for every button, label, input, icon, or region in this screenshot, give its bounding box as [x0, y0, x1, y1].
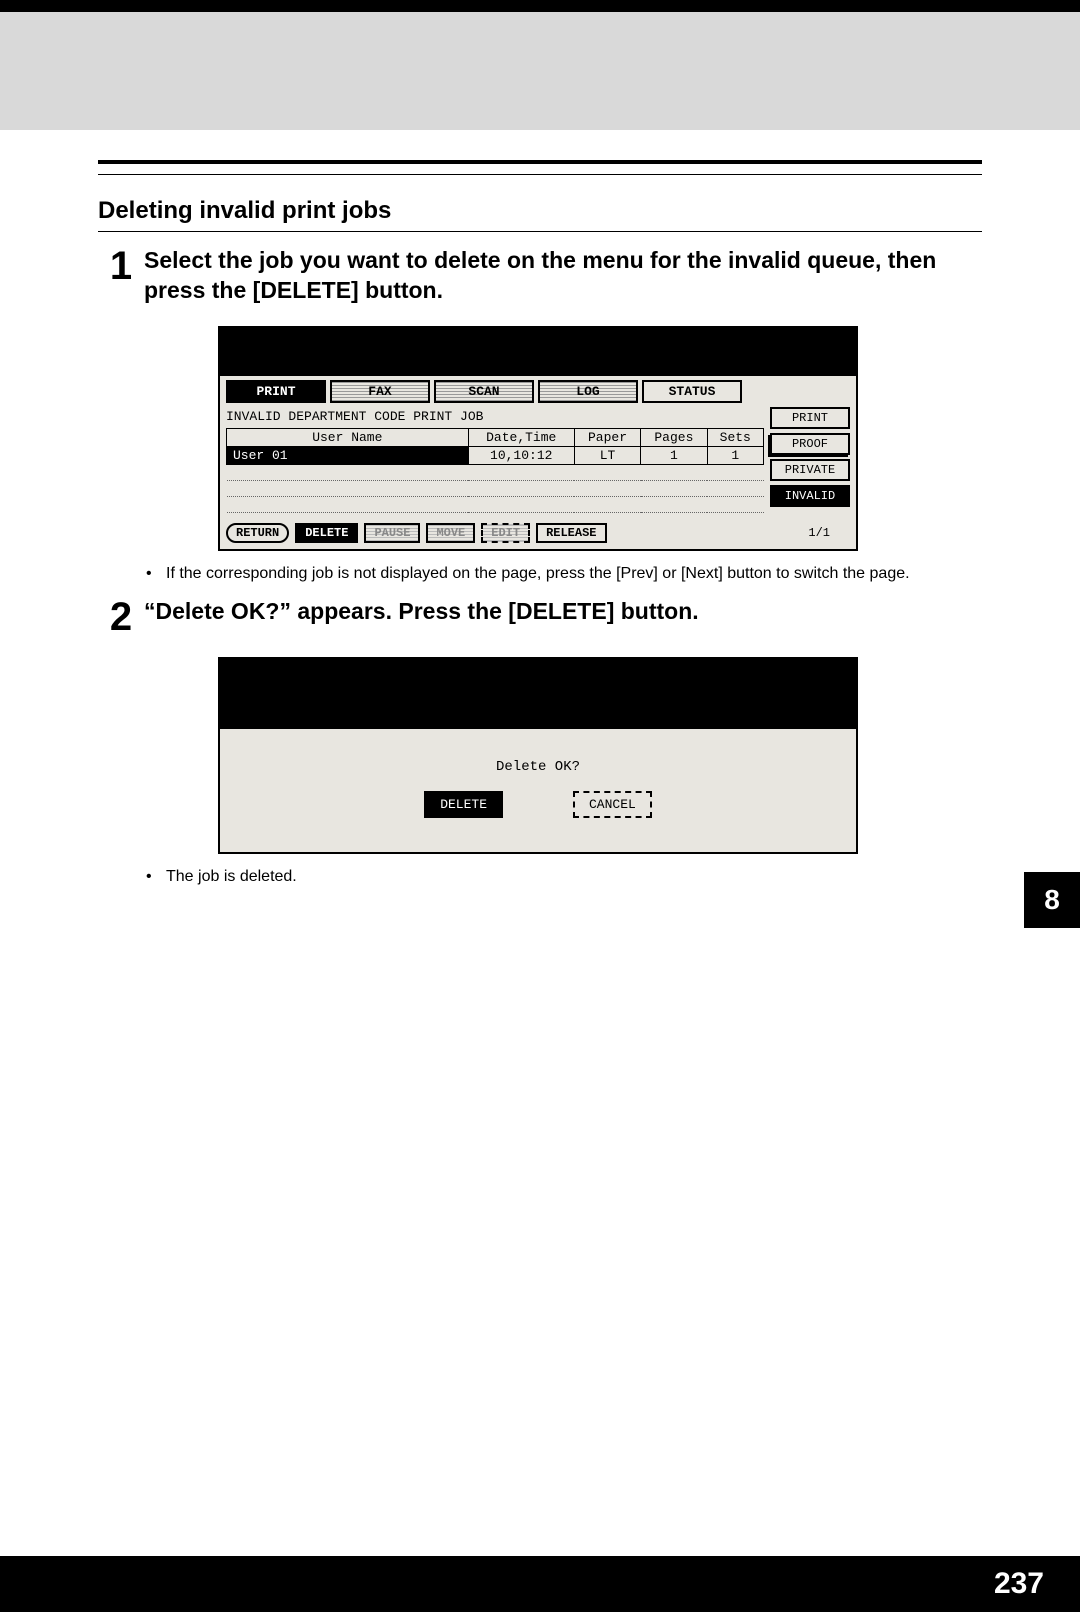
page-content: Deleting invalid print jobs 1 Select the…: [0, 160, 1080, 1556]
lcd-bottom-row: RETURN DELETE PAUSE MOVE EDIT RELEASE 1/…: [226, 523, 850, 543]
col-username: User Name: [227, 428, 469, 446]
step-number: 1: [98, 246, 144, 286]
col-sets: Sets: [707, 428, 763, 446]
cell-pages: 1: [641, 446, 707, 464]
side-button-column: PRINT PROOF PRIVATE INVALID: [770, 407, 850, 513]
tab-log[interactable]: LOG: [538, 380, 638, 403]
tab-status[interactable]: STATUS: [642, 380, 742, 403]
bullet-text: The job is deleted.: [166, 868, 297, 886]
side-button-private[interactable]: PRIVATE: [770, 459, 850, 481]
lcd-body: PRINT FAX SCAN LOG STATUS INVALID DEPART…: [220, 376, 856, 549]
move-button[interactable]: MOVE: [426, 523, 475, 543]
step-1: 1 Select the job you want to delete on t…: [98, 246, 982, 306]
confirm-cancel-button[interactable]: CANCEL: [573, 791, 652, 818]
bullet-note: • The job is deleted.: [146, 868, 966, 886]
rule-thick: [98, 160, 982, 164]
table-header-row: User Name Date,Time Paper Pages Sets: [227, 428, 764, 446]
table-row-empty: [227, 496, 764, 512]
tab-fax[interactable]: FAX: [330, 380, 430, 403]
cell-username: User 01: [227, 446, 469, 464]
release-button[interactable]: RELEASE: [536, 523, 606, 543]
lcd-blank-top: [220, 659, 856, 729]
printer-lcd-panel: Delete OK? DELETE CANCEL: [218, 657, 858, 854]
bullet-note: • If the corresponding job is not displa…: [146, 565, 966, 583]
rule-thin: [98, 174, 982, 175]
lcd-screenshot-2: Delete OK? DELETE CANCEL: [218, 657, 982, 854]
cell-datetime: 10,10:12: [468, 446, 574, 464]
header-black-strip: [0, 0, 1080, 12]
step-text: Select the job you want to delete on the…: [144, 246, 982, 306]
queue-subtitle: INVALID DEPARTMENT CODE PRINT JOB: [226, 409, 764, 424]
chapter-tab: 8: [1024, 872, 1080, 928]
tab-scan[interactable]: SCAN: [434, 380, 534, 403]
bullet-dot: •: [146, 565, 156, 583]
page-footer: 237: [0, 1556, 1080, 1612]
col-paper: Paper: [574, 428, 640, 446]
col-pages: Pages: [641, 428, 707, 446]
cell-paper: LT: [574, 446, 640, 464]
table-row-empty: [227, 480, 764, 496]
return-button[interactable]: RETURN: [226, 523, 289, 543]
confirm-button-row: DELETE CANCEL: [220, 791, 856, 818]
side-button-proof[interactable]: PROOF: [770, 433, 850, 455]
step-2: 2 “Delete OK?” appears. Press the [DELET…: [98, 597, 982, 637]
tab-print[interactable]: PRINT: [226, 380, 326, 403]
job-table: User Name Date,Time Paper Pages Sets Use…: [226, 428, 764, 513]
printer-lcd-panel: PRINT FAX SCAN LOG STATUS INVALID DEPART…: [218, 326, 858, 551]
bullet-dot: •: [146, 868, 156, 886]
queue-area: INVALID DEPARTMENT CODE PRINT JOB User N…: [226, 407, 850, 513]
page-indicator: 1/1: [808, 526, 830, 540]
side-button-print[interactable]: PRINT: [770, 407, 850, 429]
table-row-empty: [227, 464, 764, 480]
lcd-blank-top: [220, 328, 856, 376]
step-number: 2: [98, 597, 144, 637]
side-button-invalid[interactable]: INVALID: [770, 485, 850, 507]
document-header-band: [0, 0, 1080, 130]
bullet-text: If the corresponding job is not displaye…: [166, 565, 910, 583]
delete-button[interactable]: DELETE: [295, 523, 358, 543]
lcd-screenshot-1: PRINT FAX SCAN LOG STATUS INVALID DEPART…: [218, 326, 982, 551]
confirm-delete-button[interactable]: DELETE: [424, 791, 503, 818]
queue-left: INVALID DEPARTMENT CODE PRINT JOB User N…: [226, 407, 764, 513]
cell-sets: 1: [707, 446, 763, 464]
section-title: Deleting invalid print jobs: [98, 197, 982, 225]
section-underline: [98, 231, 982, 232]
confirm-dialog: Delete OK? DELETE CANCEL: [220, 729, 856, 852]
pause-button[interactable]: PAUSE: [364, 523, 420, 543]
table-row[interactable]: User 01 10,10:12 LT 1 1: [227, 446, 764, 464]
edit-button[interactable]: EDIT: [481, 523, 530, 543]
col-datetime: Date,Time: [468, 428, 574, 446]
step-text: “Delete OK?” appears. Press the [DELETE]…: [144, 597, 982, 627]
lcd-tab-row: PRINT FAX SCAN LOG STATUS: [226, 380, 850, 403]
confirm-message: Delete OK?: [220, 759, 856, 775]
page-number: 237: [994, 1567, 1044, 1601]
